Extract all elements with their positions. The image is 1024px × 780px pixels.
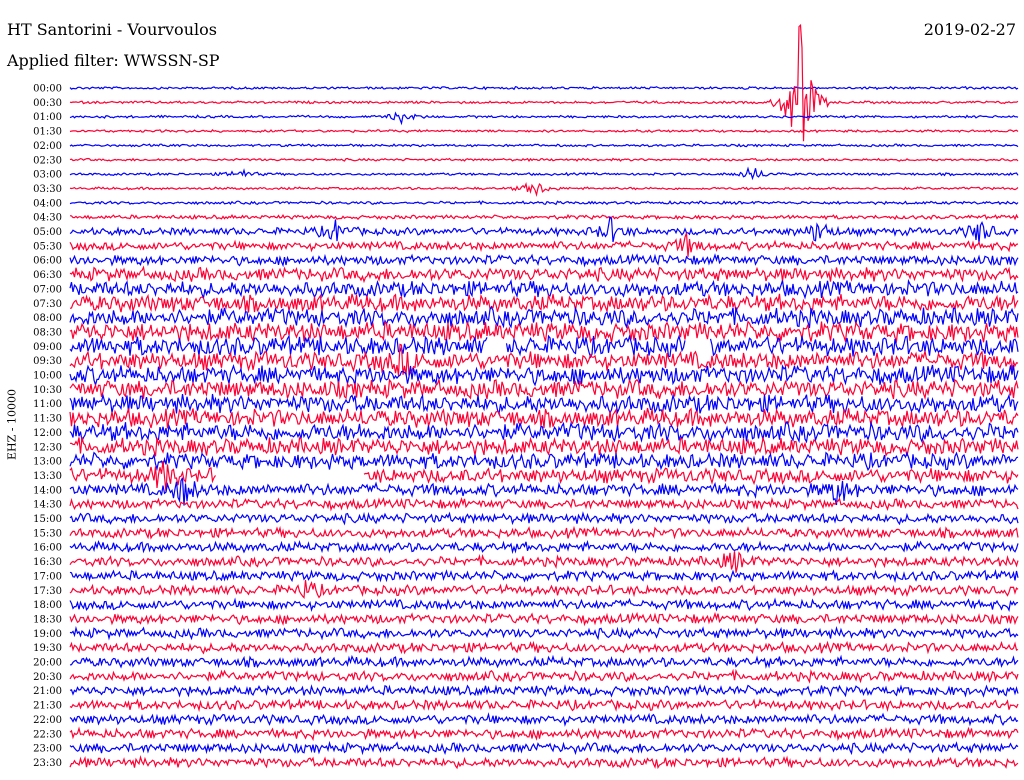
time-label: 04:00 [33, 198, 62, 209]
trace-row [69, 166, 1019, 181]
seismogram-plot: 00:00 00:30 01:00 01:30 02:00 02:30 03:00 03:30… [33, 23, 1019, 770]
trace-row [69, 568, 1019, 584]
trace-row [69, 143, 1019, 148]
time-label: 02:00 [33, 141, 62, 152]
time-label: 20:30 [33, 672, 62, 683]
time-label: 03:30 [33, 184, 62, 195]
time-label: 17:30 [33, 586, 62, 597]
trace-row [69, 451, 1019, 472]
time-label: 09:00 [33, 342, 62, 353]
trace-row [69, 157, 1019, 162]
time-label: 10:00 [33, 371, 62, 382]
trace-row [69, 654, 1019, 669]
time-label: 11:30 [33, 414, 62, 425]
time-label: 20:00 [33, 658, 62, 669]
time-label: 01:30 [33, 127, 62, 138]
time-label: 18:00 [33, 600, 62, 611]
time-label: 19:30 [33, 643, 62, 654]
record-date: 2019-02-27 [923, 20, 1016, 39]
trace-row [69, 334, 1019, 359]
trace-row [69, 597, 1019, 613]
time-label: 15:00 [33, 514, 62, 525]
time-label: 19:00 [33, 629, 62, 640]
trace-row [69, 128, 1019, 134]
trace-row [69, 265, 1019, 284]
time-label: 21:00 [33, 686, 62, 697]
time-label: 04:30 [33, 213, 62, 224]
time-label: 03:00 [33, 170, 62, 181]
trace-row [69, 306, 1019, 329]
trace-row [69, 712, 1019, 727]
trace-row [69, 213, 1019, 221]
trace-row [69, 551, 1019, 573]
time-labels: 00:00 00:30 01:00 01:30 02:00 02:30 03:00 03:30… [33, 84, 62, 769]
y-axis-label: EHZ - 10000 [5, 389, 19, 460]
trace-row [69, 611, 1019, 627]
time-label: 14:00 [33, 485, 62, 496]
time-label: 11:00 [33, 399, 62, 410]
trace-row [69, 740, 1019, 756]
time-label: 23:30 [33, 758, 62, 769]
trace-row [69, 525, 1019, 540]
time-label: 07:00 [33, 284, 62, 295]
time-label: 17:00 [33, 571, 62, 582]
trace-row [69, 232, 1019, 257]
time-label: 23:00 [33, 744, 62, 755]
trace-row [69, 393, 1019, 417]
trace-row [69, 320, 1019, 344]
trace-row [69, 215, 1019, 243]
time-label: 18:30 [33, 614, 62, 625]
trace-row [69, 511, 1019, 526]
filter-label: Applied filter: WWSSN-SP [7, 51, 220, 70]
time-label: 05:00 [33, 227, 62, 238]
time-label: 15:30 [33, 528, 62, 539]
time-label: 12:30 [33, 442, 62, 453]
station-title: HT Santorini - Vourvoulos [7, 20, 217, 39]
trace-row [69, 668, 1019, 684]
trace-row [69, 363, 1019, 388]
trace-row [69, 496, 1019, 512]
trace-row [69, 625, 1019, 641]
time-label: 13:30 [33, 471, 62, 482]
time-label: 12:00 [33, 428, 62, 439]
trace-row [69, 539, 1019, 555]
time-label: 00:00 [33, 84, 62, 95]
time-label: 22:00 [33, 715, 62, 726]
trace-row [69, 23, 1019, 142]
trace-row [69, 580, 1019, 599]
trace-row [69, 253, 1019, 268]
time-label: 08:30 [33, 327, 62, 338]
time-label: 16:00 [33, 543, 62, 554]
time-label: 01:00 [33, 112, 62, 123]
time-label: 10:30 [33, 385, 62, 396]
trace-row [69, 726, 1019, 742]
time-label: 00:30 [33, 98, 62, 109]
time-label: 09:30 [33, 356, 62, 367]
trace-row [69, 85, 1019, 91]
seismogram-traces [69, 23, 1019, 770]
time-label: 22:30 [33, 729, 62, 740]
trace-row [69, 640, 1019, 655]
time-label: 06:30 [33, 270, 62, 281]
time-label: 21:30 [33, 701, 62, 712]
trace-row [69, 293, 1019, 314]
time-label: 02:30 [33, 155, 62, 166]
time-label: 16:30 [33, 557, 62, 568]
time-label: 08:00 [33, 313, 62, 324]
time-label: 14:30 [33, 500, 62, 511]
trace-row [69, 683, 1019, 698]
time-label: 13:00 [33, 457, 62, 468]
trace-row [69, 111, 1019, 126]
trace-row [69, 698, 1019, 713]
trace-row [69, 755, 1019, 770]
trace-row [69, 278, 1019, 300]
trace-row [69, 181, 1019, 198]
time-label: 05:30 [33, 241, 62, 252]
time-label: 06:00 [33, 256, 62, 267]
trace-row [69, 407, 1019, 429]
trace-row [69, 200, 1019, 206]
time-label: 07:30 [33, 299, 62, 310]
